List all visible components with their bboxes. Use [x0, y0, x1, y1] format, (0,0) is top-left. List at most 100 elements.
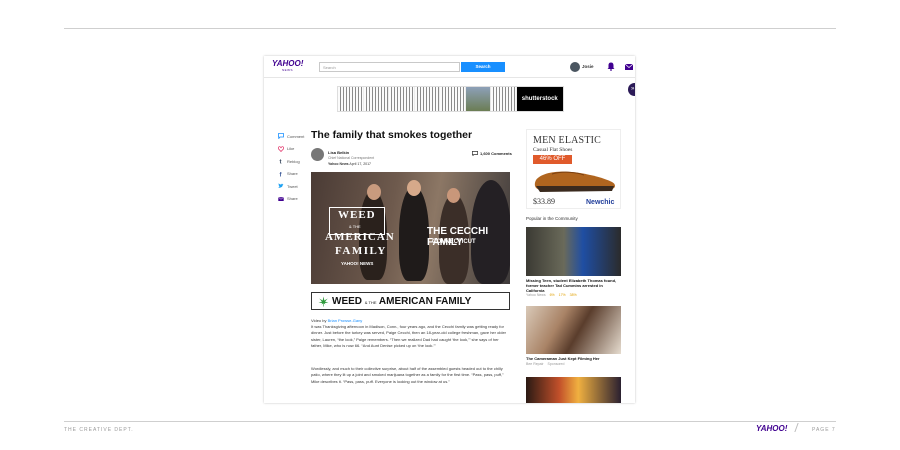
social-share-bar: Comment Like t Reblog f Share Tweet Shar…	[278, 130, 308, 205]
comment-label: Comment	[287, 133, 305, 139]
popular-item-meta: Yahoo News 6% 17% 38%	[526, 293, 577, 297]
ad-price: $33.89	[533, 197, 555, 206]
tumblr-icon: t	[280, 160, 282, 165]
browser-screenshot: YAHOO! NEWS Search Search Josie shutters…	[264, 56, 635, 403]
svg-text:t: t	[280, 160, 282, 165]
footer-yahoo-logo: YAHOO!	[756, 424, 788, 433]
tweet-label: Tweet	[287, 183, 298, 189]
comment-icon	[278, 133, 284, 140]
reaction-count: 17%	[558, 293, 566, 297]
ad-headline: MEN ELASTIC	[533, 135, 602, 146]
presentation-slide: YAHOO! NEWS Search Search Josie shutters…	[0, 0, 900, 450]
heart-icon	[278, 146, 284, 152]
facebook-share-action[interactable]: f Share	[278, 168, 308, 181]
search-button[interactable]: Search	[461, 62, 505, 72]
newchic-logo: Newchic	[586, 199, 615, 206]
reblog-action[interactable]: t Reblog	[278, 155, 308, 168]
top-divider	[64, 28, 836, 29]
ad-tile	[491, 87, 517, 111]
comments-count: 1,600 Comments	[480, 151, 512, 156]
shutterstock-logo: shutterstock	[516, 87, 563, 111]
popular-item-meta: Bee Repair Sponsored	[526, 362, 564, 366]
footer-separator	[794, 423, 799, 432]
author-title: Chief National Correspondent	[328, 156, 375, 160]
like-label: Like	[287, 146, 295, 152]
series-banner-and: & THE	[364, 299, 377, 305]
author-name[interactable]: Lisa Belkin	[328, 150, 349, 155]
mail-icon[interactable]	[625, 64, 633, 70]
bell-icon[interactable]	[607, 62, 615, 71]
avatar[interactable]	[570, 62, 580, 72]
video-face	[407, 180, 421, 196]
comments-count-button[interactable]: 1,600 Comments	[472, 151, 512, 156]
sponsored-label: Sponsored	[547, 362, 565, 366]
email-share-label: Share	[287, 196, 298, 202]
popular-heading: Popular in the Community	[526, 216, 578, 221]
facebook-icon: f	[280, 172, 283, 177]
video-credit: Video by Brian Prowse-Gany	[311, 318, 362, 323]
twitter-icon	[278, 183, 284, 189]
popular-item-title[interactable]: Missing Teen, student Elizabeth Thomas f…	[526, 278, 621, 293]
popular-item-source: Bee Repair	[526, 362, 544, 366]
ad-tile	[414, 87, 440, 111]
footer-department: THE CREATIVE DEPT.	[64, 427, 134, 433]
reaction-count: 6%	[549, 293, 555, 297]
series-banner-text: WEED & THE AMERICAN FAMILY	[332, 296, 471, 307]
bottom-divider	[64, 421, 836, 422]
comment-icon	[472, 151, 478, 156]
video-title-the: & THE	[349, 224, 361, 229]
username[interactable]: Josie	[582, 64, 594, 69]
popular-item-image[interactable]	[526, 306, 621, 354]
shoe-ad[interactable]: MEN ELASTIC Casual Flat Shoes 46% OFF $3…	[526, 129, 621, 209]
yahoo-logo[interactable]: YAHOO!	[272, 60, 303, 68]
ad-subhead: Casual Flat Shoes	[533, 147, 573, 153]
facebook-share-label: Share	[287, 171, 298, 177]
video-brand: YAHOO! NEWS	[341, 261, 374, 266]
email-icon	[278, 196, 284, 201]
ad-discount-badge: 46% OFF	[533, 155, 572, 164]
like-action[interactable]: Like	[278, 143, 308, 156]
author-avatar[interactable]	[311, 148, 324, 161]
svg-text:f: f	[280, 172, 283, 177]
comment-action[interactable]: Comment	[278, 130, 308, 143]
series-banner[interactable]: WEED & THE AMERICAN FAMILY	[311, 292, 510, 310]
ad-photo-tile	[465, 87, 491, 111]
ad-tile	[338, 87, 364, 111]
article-title: The family that smokes together	[311, 129, 473, 141]
video-credit-link[interactable]: Brian Prowse-Gany	[328, 318, 363, 323]
publish-date: April 17, 2017	[349, 162, 372, 166]
publisher: Yahoo News	[328, 162, 349, 166]
ad-tile	[389, 87, 415, 111]
reaction-count: 38%	[569, 293, 577, 297]
video-title-weed: WEED	[338, 209, 376, 221]
video-credit-prefix: Video by	[311, 318, 328, 323]
shoe-image	[534, 171, 615, 192]
tweet-action[interactable]: Tweet	[278, 180, 308, 193]
popular-item-image[interactable]	[526, 227, 621, 276]
ad-tile	[440, 87, 466, 111]
video-face	[367, 184, 381, 200]
video-face	[447, 188, 460, 203]
expand-icon[interactable]: »	[628, 83, 635, 96]
article-paragraph: Wordlessly, and much to their collective…	[311, 366, 504, 384]
article-paragraph: It was Thanksgiving afternoon in Madison…	[311, 324, 506, 349]
yahoo-header: YAHOO! NEWS Search Search Josie	[264, 56, 635, 78]
footer-page-number: PAGE 7	[812, 427, 836, 433]
series-banner-weed: WEED	[332, 295, 362, 307]
search-input[interactable]: Search	[319, 62, 460, 72]
email-share-action[interactable]: Share	[278, 193, 308, 206]
video-title-american: AMERICAN	[325, 231, 395, 243]
popular-item-source: Yahoo News	[526, 293, 546, 297]
top-ad-banner[interactable]: shutterstock	[337, 86, 564, 112]
cannabis-leaf-icon	[318, 296, 329, 306]
video-title-family: FAMILY	[335, 245, 387, 257]
reblog-label: Reblog	[287, 158, 300, 164]
video-episode-location: CONNECTICUT	[432, 239, 476, 245]
article-video-player[interactable]: WEED & THE AMERICAN FAMILY YAHOO! NEWS T…	[311, 172, 510, 284]
popular-item-title[interactable]: The Cameraman Just Kept Filming Her	[526, 356, 621, 361]
ad-tile	[363, 87, 389, 111]
series-banner-rest: AMERICAN FAMILY	[378, 295, 472, 307]
publish-line: Yahoo News April 17, 2017	[328, 162, 371, 166]
popular-item-image[interactable]	[526, 377, 621, 403]
video-person	[399, 186, 429, 281]
